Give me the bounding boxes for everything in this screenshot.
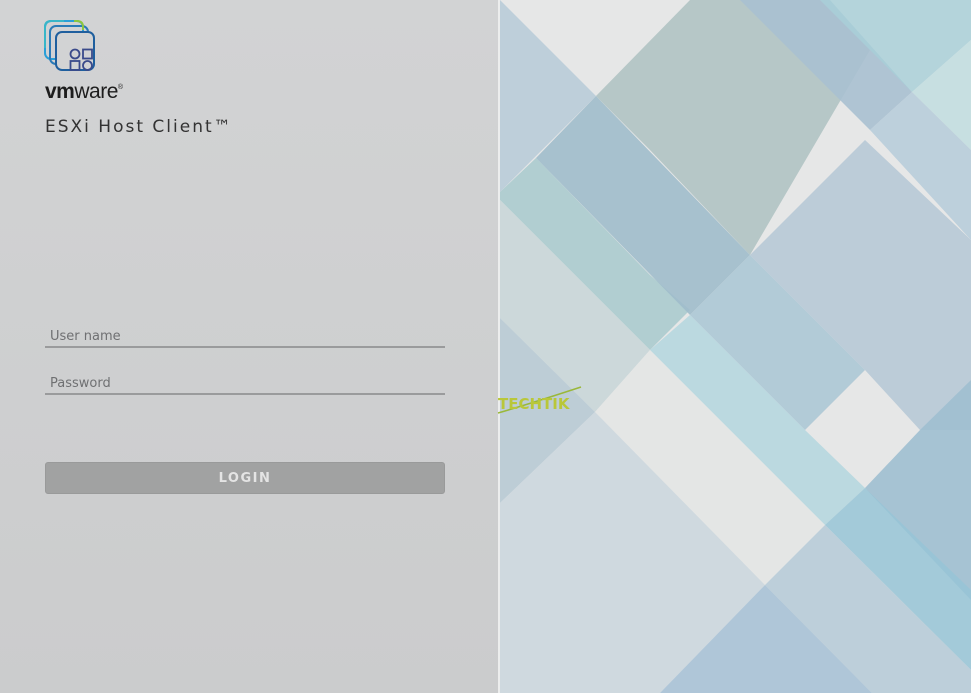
password-input[interactable] (45, 373, 445, 395)
wordmark-ware: ware (74, 80, 118, 103)
watermark-text: TECHTIK (498, 395, 571, 413)
vmware-logo-icon (44, 20, 95, 71)
login-button[interactable]: LOGIN (45, 462, 445, 494)
login-panel: vmware® ESXi Host Client™ LOGIN (0, 0, 498, 693)
username-input[interactable] (45, 326, 445, 348)
registered-mark: ® (117, 84, 123, 91)
product-title: ESXi Host Client™ (45, 117, 233, 137)
decorative-background (500, 0, 971, 693)
wordmark-vm: vm (45, 80, 75, 103)
vmware-wordmark: vmware® (45, 80, 123, 104)
watermark-logo: TECHTIK (497, 386, 582, 414)
